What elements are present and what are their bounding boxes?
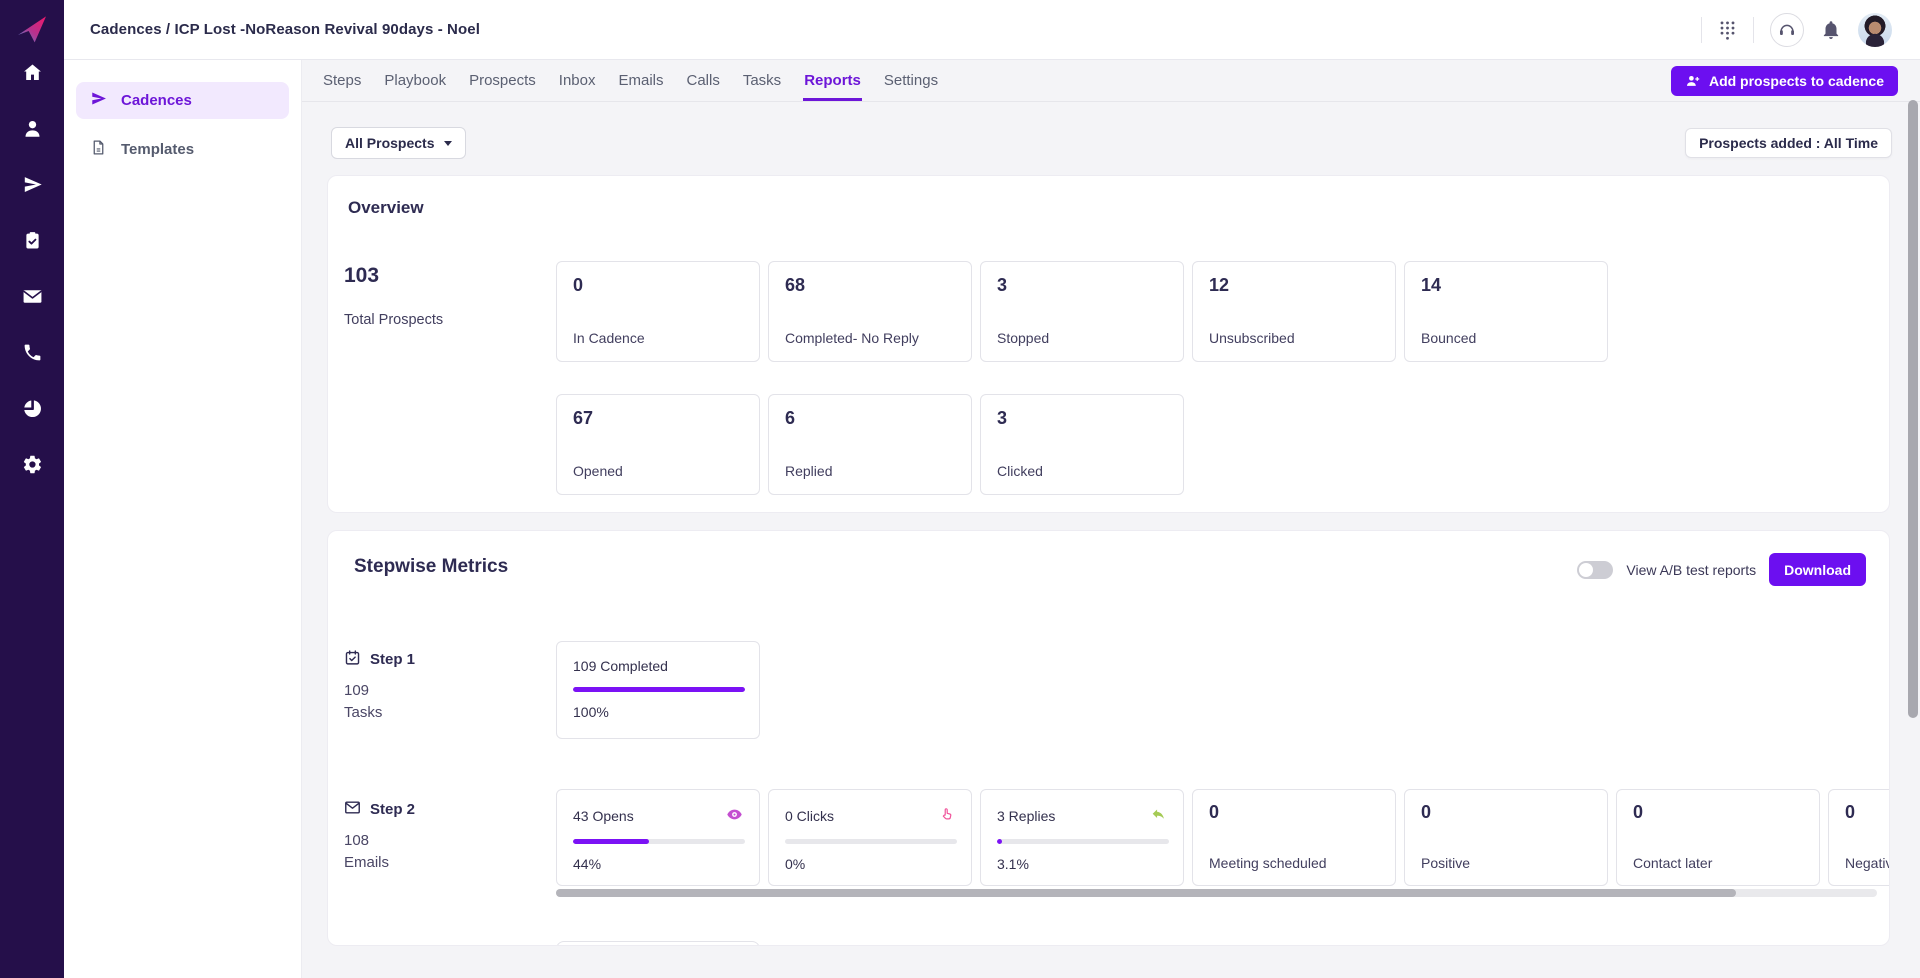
progress-bar bbox=[573, 839, 745, 844]
progress-bar bbox=[785, 839, 957, 844]
stat-card-replied: 6Replied bbox=[768, 394, 972, 495]
stat-card-clicked: 3Clicked bbox=[980, 394, 1184, 495]
overview-panel: Overview 103 Total Prospects 0In Cadence… bbox=[327, 175, 1890, 513]
header-actions bbox=[1701, 13, 1892, 47]
next-step-card-peek bbox=[556, 941, 760, 946]
emails-envelope-icon[interactable] bbox=[20, 285, 44, 307]
total-prospects: 103 Total Prospects bbox=[344, 264, 443, 328]
positive-card: 0Positive bbox=[1404, 789, 1608, 886]
tab-calls[interactable]: Calls bbox=[686, 60, 721, 101]
step1-count: 109 bbox=[344, 682, 415, 699]
chevron-down-icon bbox=[444, 141, 452, 146]
tasks-clipboard-icon[interactable] bbox=[20, 229, 44, 251]
ab-test-toggle[interactable] bbox=[1577, 561, 1613, 579]
step2-count: 108 bbox=[344, 832, 415, 849]
progress-bar bbox=[573, 687, 745, 692]
app-logo-icon[interactable] bbox=[16, 13, 48, 45]
download-button[interactable]: Download bbox=[1769, 553, 1866, 586]
cadences-send-icon[interactable] bbox=[20, 173, 44, 195]
overview-cards-row2: 67Opened 6Replied 3Clicked bbox=[556, 394, 1184, 495]
cadence-tab-bar: Steps Playbook Prospects Inbox Emails Ca… bbox=[302, 60, 1920, 102]
user-avatar[interactable] bbox=[1858, 13, 1892, 47]
add-prospects-button[interactable]: Add prospects to cadence bbox=[1671, 66, 1898, 96]
total-prospects-label: Total Prospects bbox=[344, 312, 443, 328]
stat-card-completed-no-reply: 68Completed- No Reply bbox=[768, 261, 972, 362]
stat-card-bounced: 14Bounced bbox=[1404, 261, 1608, 362]
apps-grid-icon[interactable] bbox=[1718, 19, 1737, 41]
calls-phone-icon[interactable] bbox=[20, 341, 44, 363]
step1-unit: Tasks bbox=[344, 704, 415, 721]
prospects-filter-dropdown[interactable]: All Prospects bbox=[331, 127, 466, 159]
step1-cards: 109 Completed 100% bbox=[556, 641, 760, 739]
ab-test-toggle-label: View A/B test reports bbox=[1626, 562, 1756, 578]
sidebar-item-label: Templates bbox=[121, 141, 194, 158]
rail-icon-list bbox=[20, 61, 44, 475]
reply-arrow-icon bbox=[1150, 806, 1167, 826]
sidebar-item-templates[interactable]: Templates bbox=[76, 131, 289, 168]
tab-reports[interactable]: Reports bbox=[803, 60, 862, 101]
stat-card-unsubscribed: 12Unsubscribed bbox=[1192, 261, 1396, 362]
stat-card-stopped: 3Stopped bbox=[980, 261, 1184, 362]
horizontal-scrollbar-thumb[interactable] bbox=[556, 889, 1736, 897]
tabs: Steps Playbook Prospects Inbox Emails Ca… bbox=[322, 60, 939, 101]
tab-prospects[interactable]: Prospects bbox=[468, 60, 537, 101]
reports-pie-icon[interactable] bbox=[20, 397, 44, 419]
stepwise-metrics-panel: Stepwise Metrics View A/B test reports D… bbox=[327, 530, 1890, 946]
breadcrumb: Cadences / ICP Lost -NoReason Revival 90… bbox=[90, 21, 480, 38]
replies-card: 3 Replies 3.1% bbox=[980, 789, 1184, 886]
tab-settings[interactable]: Settings bbox=[883, 60, 939, 101]
step2-cards: 43 Opens 44% 0 Clicks 0% 3 Replies bbox=[556, 789, 1890, 886]
document-icon bbox=[90, 139, 107, 160]
meeting-scheduled-card: 0Meeting scheduled bbox=[1192, 789, 1396, 886]
person-plus-icon bbox=[1685, 73, 1701, 89]
stat-card-opened: 67Opened bbox=[556, 394, 760, 495]
overview-cards-row1: 0In Cadence 68Completed- No Reply 3Stopp… bbox=[556, 261, 1608, 362]
progress-bar bbox=[997, 839, 1169, 844]
total-prospects-value: 103 bbox=[344, 264, 443, 288]
tab-tasks[interactable]: Tasks bbox=[742, 60, 782, 101]
horizontal-scrollbar[interactable] bbox=[556, 889, 1877, 897]
click-hand-icon bbox=[938, 806, 955, 826]
paper-plane-icon bbox=[90, 90, 107, 111]
prospects-added-filter[interactable]: Prospects added : All Time bbox=[1685, 128, 1892, 158]
divider bbox=[1701, 17, 1702, 43]
step1-completed-card: 109 Completed 100% bbox=[556, 641, 760, 739]
sidebar-item-cadences[interactable]: Cadences bbox=[76, 82, 289, 119]
negative-card: 0Negative bbox=[1828, 789, 1890, 886]
headset-icon[interactable] bbox=[1770, 13, 1804, 47]
eye-icon bbox=[726, 806, 743, 826]
stepwise-actions: View A/B test reports Download bbox=[1577, 553, 1866, 586]
notifications-bell-icon[interactable] bbox=[1820, 19, 1842, 41]
overview-title: Overview bbox=[348, 198, 1889, 218]
vertical-scrollbar[interactable] bbox=[1908, 100, 1918, 718]
secondary-sidebar: Cadences Templates bbox=[64, 60, 302, 978]
step2-label: Step 2 108 Emails bbox=[344, 799, 415, 871]
opens-card: 43 Opens 44% bbox=[556, 789, 760, 886]
divider bbox=[1753, 17, 1754, 43]
envelope-icon bbox=[344, 799, 361, 820]
settings-gear-icon[interactable] bbox=[20, 453, 44, 475]
tab-inbox[interactable]: Inbox bbox=[558, 60, 597, 101]
nav-rail bbox=[0, 0, 64, 978]
main-content: Steps Playbook Prospects Inbox Emails Ca… bbox=[302, 60, 1920, 978]
sidebar-item-label: Cadences bbox=[121, 92, 192, 109]
tab-playbook[interactable]: Playbook bbox=[383, 60, 447, 101]
app-root: Cadences / ICP Lost -NoReason Revival 90… bbox=[0, 0, 1920, 978]
contact-later-card: 0Contact later bbox=[1616, 789, 1820, 886]
tab-emails[interactable]: Emails bbox=[617, 60, 664, 101]
clicks-card: 0 Clicks 0% bbox=[768, 789, 972, 886]
tab-steps[interactable]: Steps bbox=[322, 60, 362, 101]
stat-card-in-cadence: 0In Cadence bbox=[556, 261, 760, 362]
top-header: Cadences / ICP Lost -NoReason Revival 90… bbox=[64, 0, 1920, 60]
contacts-icon[interactable] bbox=[20, 117, 44, 139]
home-icon[interactable] bbox=[20, 61, 44, 83]
step1-label: Step 1 109 Tasks bbox=[344, 649, 415, 721]
step2-unit: Emails bbox=[344, 854, 415, 871]
task-calendar-icon bbox=[344, 649, 361, 670]
